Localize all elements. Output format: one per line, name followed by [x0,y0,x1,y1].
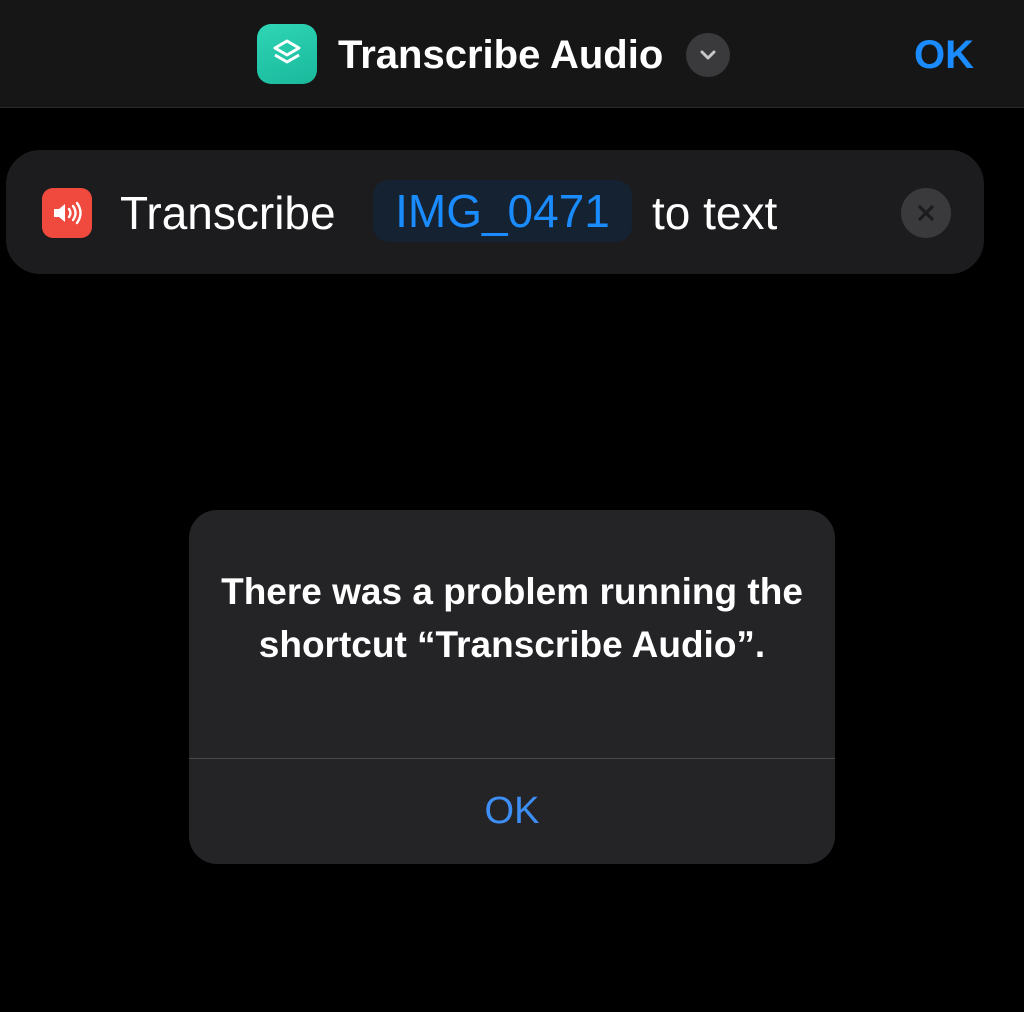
alert-message: There was a problem running the shortcut… [221,571,803,665]
error-alert: There was a problem running the shortcut… [189,510,835,864]
alert-ok-button[interactable]: OK [189,759,835,864]
variable-token[interactable]: IMG_0471 [373,180,632,242]
shortcuts-layers-icon[interactable] [257,24,317,84]
chevron-down-icon[interactable] [686,33,730,77]
speaker-wave-icon [42,188,92,238]
action-suffix: to text [652,187,778,239]
close-icon[interactable] [901,188,951,238]
navigation-bar: Transcribe Audio OK [0,0,1024,108]
shortcut-title[interactable]: Transcribe Audio [338,30,663,80]
done-button[interactable]: OK [914,30,974,80]
action-verb: Transcribe [120,187,336,239]
